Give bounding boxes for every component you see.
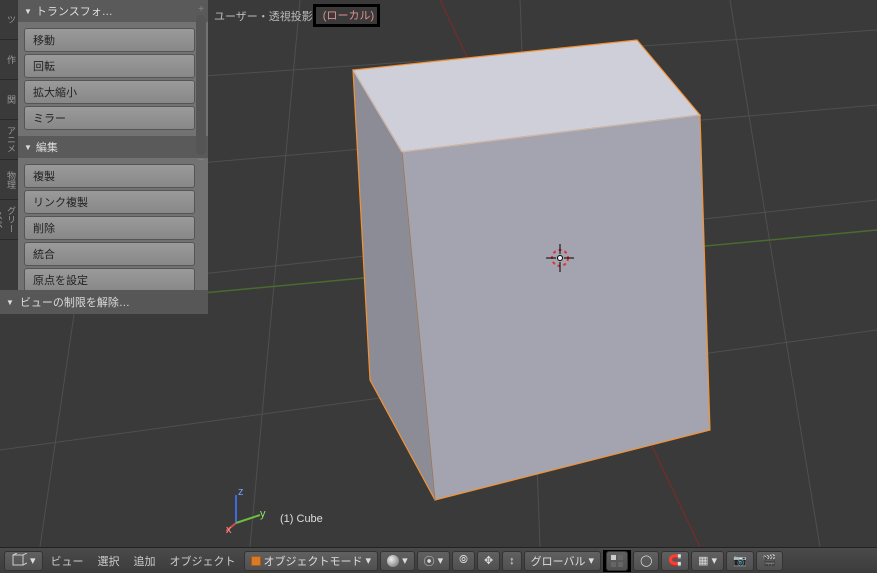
layers-highlight bbox=[603, 550, 631, 572]
proportional-edit-button[interactable]: ◯ bbox=[633, 551, 659, 571]
scroll-minus-icon: − bbox=[196, 155, 206, 166]
translate-button[interactable]: 移動 bbox=[24, 28, 195, 52]
menu-select[interactable]: 選択 bbox=[92, 553, 126, 569]
chevron-down-icon: ▾ bbox=[366, 554, 372, 567]
tab-grease[interactable]: グリースペ bbox=[0, 200, 18, 240]
pivot-individual-icon: ⦾ bbox=[459, 554, 468, 567]
scroll-plus-icon: + bbox=[196, 4, 206, 15]
set-origin-button[interactable]: 原点を設定 bbox=[24, 268, 195, 290]
link-duplicate-button[interactable]: リンク複製 bbox=[24, 190, 195, 214]
tab-relations[interactable]: 関 bbox=[0, 80, 18, 120]
tab-create[interactable]: 作 bbox=[0, 40, 18, 80]
mirror-button[interactable]: ミラー bbox=[24, 106, 195, 130]
sphere-icon bbox=[387, 555, 399, 567]
axis-y-label: y bbox=[260, 508, 266, 520]
axis-z-label: z bbox=[238, 487, 244, 498]
view-label-prefix: ユーザー・透視投影 bbox=[214, 8, 313, 24]
section-edit-title: 編集 bbox=[36, 139, 58, 155]
view-label: ユーザー・透視投影 (ローカル) bbox=[214, 4, 380, 27]
section-transform-header[interactable]: トランスフォ… bbox=[18, 0, 208, 22]
menu-object[interactable]: オブジェクト bbox=[164, 553, 242, 569]
circle-icon: ◯ bbox=[640, 554, 652, 567]
manipulator-translate[interactable]: ↕ bbox=[502, 551, 522, 571]
tab-animation[interactable]: アニメ bbox=[0, 120, 18, 160]
section-transform-title: トランスフォ… bbox=[36, 3, 113, 19]
object-mode-icon bbox=[251, 556, 261, 566]
viewport-header: ▾ ビュー 選択 追加 オブジェクト オブジェクトモード ▾ ▾ ⦿ ▾ ⦾ ✥… bbox=[0, 547, 877, 573]
chevron-down-icon: ▾ bbox=[589, 554, 595, 567]
scale-button[interactable]: 拡大縮小 bbox=[24, 80, 195, 104]
chevron-down-icon: ▾ bbox=[30, 554, 36, 567]
local-mode-highlight: (ローカル) bbox=[313, 4, 380, 27]
pivot-icon: ⦿ bbox=[424, 553, 435, 569]
section-transform-body: 移動 回転 拡大縮小 ミラー bbox=[18, 22, 208, 136]
cube-wire-icon bbox=[11, 553, 27, 569]
toolshelf-tabs: ツ 作 関 アニメ 物理 グリースペ bbox=[0, 0, 18, 290]
operator-panel-label: ビューの制限を解除… bbox=[20, 294, 130, 310]
join-button[interactable]: 統合 bbox=[24, 242, 195, 266]
duplicate-button[interactable]: 複製 bbox=[24, 164, 195, 188]
scrollbar-thumb[interactable] bbox=[196, 15, 206, 155]
axes-icon: ✥ bbox=[484, 554, 493, 567]
active-object-label: (1) Cube bbox=[280, 513, 323, 525]
tab-tools[interactable]: ツ bbox=[0, 0, 18, 40]
axis-gizmo: z y x bbox=[226, 487, 266, 527]
layers-button[interactable] bbox=[606, 551, 628, 571]
orientation-selector[interactable]: グローバル ▾ bbox=[524, 551, 601, 571]
arrow-icon: ↕ bbox=[509, 555, 515, 567]
rotate-button[interactable]: 回転 bbox=[24, 54, 195, 78]
grid-icon: ▦ bbox=[698, 554, 708, 567]
chevron-down-icon: ▾ bbox=[402, 554, 408, 567]
axis-x-label: x bbox=[226, 524, 232, 533]
orientation-label: グローバル bbox=[531, 553, 586, 569]
render-opengl-button[interactable]: 📷 bbox=[726, 551, 754, 571]
tool-shelf: トランスフォ… 移動 回転 拡大縮小 ミラー 編集 複製 リンク複製 削除 統合… bbox=[18, 0, 208, 290]
delete-button[interactable]: 削除 bbox=[24, 216, 195, 240]
camera-icon: 📷 bbox=[733, 554, 747, 567]
snap-toggle[interactable]: 🧲 bbox=[661, 551, 689, 571]
operator-panel-header[interactable]: ビューの制限を解除… bbox=[0, 290, 208, 314]
tab-physics[interactable]: 物理 bbox=[0, 160, 18, 200]
section-edit-header[interactable]: 編集 bbox=[18, 136, 208, 158]
mode-label: オブジェクトモード bbox=[264, 553, 363, 569]
cursor-3d-icon bbox=[546, 244, 574, 272]
editor-type-button[interactable]: ▾ bbox=[4, 551, 43, 571]
mode-selector[interactable]: オブジェクトモード ▾ bbox=[244, 551, 379, 571]
view-label-local: (ローカル) bbox=[323, 10, 374, 22]
toolshelf-scrollbar[interactable]: + − bbox=[196, 4, 206, 284]
magnet-icon: 🧲 bbox=[668, 554, 682, 567]
chevron-down-icon: ▾ bbox=[712, 554, 718, 567]
pivot-selector[interactable]: ⦿ ▾ bbox=[417, 551, 451, 571]
layers-icon bbox=[610, 554, 624, 568]
manipulator-toggle[interactable]: ✥ bbox=[477, 551, 500, 571]
clapper-icon: 🎬 bbox=[763, 554, 777, 567]
render-opengl-anim-button[interactable]: 🎬 bbox=[756, 551, 784, 571]
menu-view[interactable]: ビュー bbox=[45, 553, 90, 569]
chevron-down-icon: ▾ bbox=[438, 554, 444, 567]
section-edit-body: 複製 リンク複製 削除 統合 原点を設定 bbox=[18, 158, 208, 290]
pivot-individual-button[interactable]: ⦾ bbox=[452, 551, 475, 571]
viewport-overlay: ユーザー・透視投影 (ローカル) z y x (1) Cube bbox=[208, 0, 877, 547]
snap-target-button[interactable]: ▦ ▾ bbox=[691, 551, 724, 571]
shading-selector[interactable]: ▾ bbox=[380, 551, 415, 571]
menu-add[interactable]: 追加 bbox=[128, 553, 162, 569]
